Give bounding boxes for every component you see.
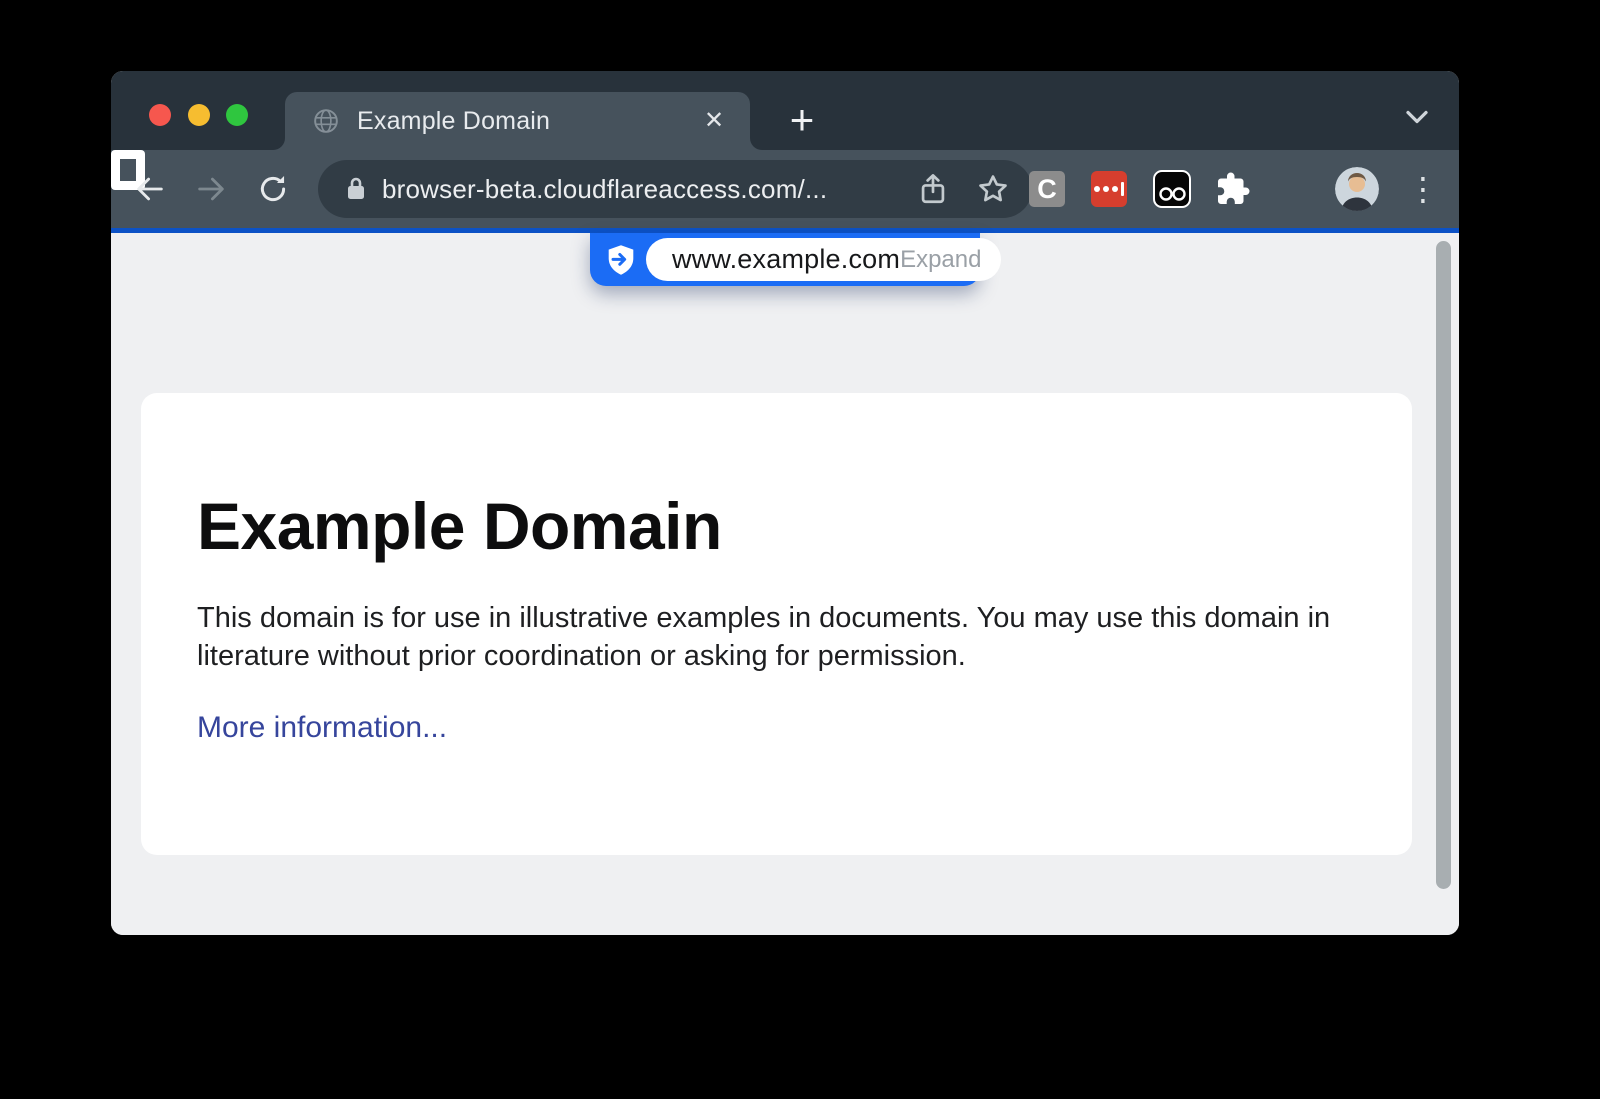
scrollbar-thumb[interactable] bbox=[1436, 241, 1451, 889]
page-viewport: www.example.com Expand Example Domain Th… bbox=[111, 233, 1459, 935]
globe-favicon-icon bbox=[313, 108, 339, 134]
tab-title: Example Domain bbox=[357, 107, 550, 136]
reload-icon bbox=[256, 172, 290, 206]
forward-button[interactable] bbox=[188, 166, 234, 212]
url-text: browser-beta.cloudflareaccess.com/... bbox=[382, 174, 916, 205]
share-icon[interactable] bbox=[916, 172, 950, 206]
extension-red-dots-icon[interactable] bbox=[1091, 171, 1127, 207]
forward-arrow-icon bbox=[194, 172, 228, 206]
close-window-button[interactable] bbox=[149, 104, 171, 126]
close-tab-icon[interactable]: ✕ bbox=[698, 105, 730, 137]
profile-avatar[interactable] bbox=[1335, 167, 1379, 211]
bookmark-star-icon[interactable] bbox=[976, 172, 1010, 206]
reload-button[interactable] bbox=[250, 166, 296, 212]
isolated-host-text: www.example.com bbox=[672, 244, 900, 275]
kebab-menu-icon[interactable]: ⋮ bbox=[1403, 167, 1443, 211]
isolated-host-pill[interactable]: www.example.com Expand bbox=[646, 238, 1001, 281]
page-title: Example Domain bbox=[197, 489, 1352, 565]
isolation-shield-icon bbox=[606, 244, 636, 276]
expand-button[interactable]: Expand bbox=[900, 246, 981, 274]
isolation-indicator[interactable]: www.example.com Expand bbox=[590, 233, 980, 286]
extensions-puzzle-icon[interactable] bbox=[1215, 171, 1251, 207]
content-card: Example Domain This domain is for use in… bbox=[141, 393, 1412, 855]
lock-icon[interactable] bbox=[344, 176, 368, 202]
extension-c-icon[interactable]: C bbox=[1029, 171, 1065, 207]
address-bar[interactable]: browser-beta.cloudflareaccess.com/... bbox=[318, 160, 1032, 218]
toolbar: browser-beta.cloudflareaccess.com/... C bbox=[111, 150, 1459, 228]
chevron-down-icon[interactable] bbox=[1399, 99, 1435, 135]
page-paragraph: This domain is for use in illustrative e… bbox=[197, 599, 1342, 676]
minimize-window-button[interactable] bbox=[188, 104, 210, 126]
active-tab[interactable]: Example Domain ✕ bbox=[285, 92, 750, 150]
more-information-link[interactable]: More information... bbox=[197, 711, 447, 745]
tab-strip: Example Domain ✕ + bbox=[111, 71, 1459, 150]
browser-window: Example Domain ✕ + bbox=[111, 71, 1459, 935]
back-arrow-icon bbox=[133, 172, 167, 206]
zoom-window-button[interactable] bbox=[226, 104, 248, 126]
back-button[interactable] bbox=[127, 166, 173, 212]
new-tab-button[interactable]: + bbox=[775, 94, 829, 148]
extension-black-circles-icon[interactable] bbox=[1153, 170, 1191, 208]
